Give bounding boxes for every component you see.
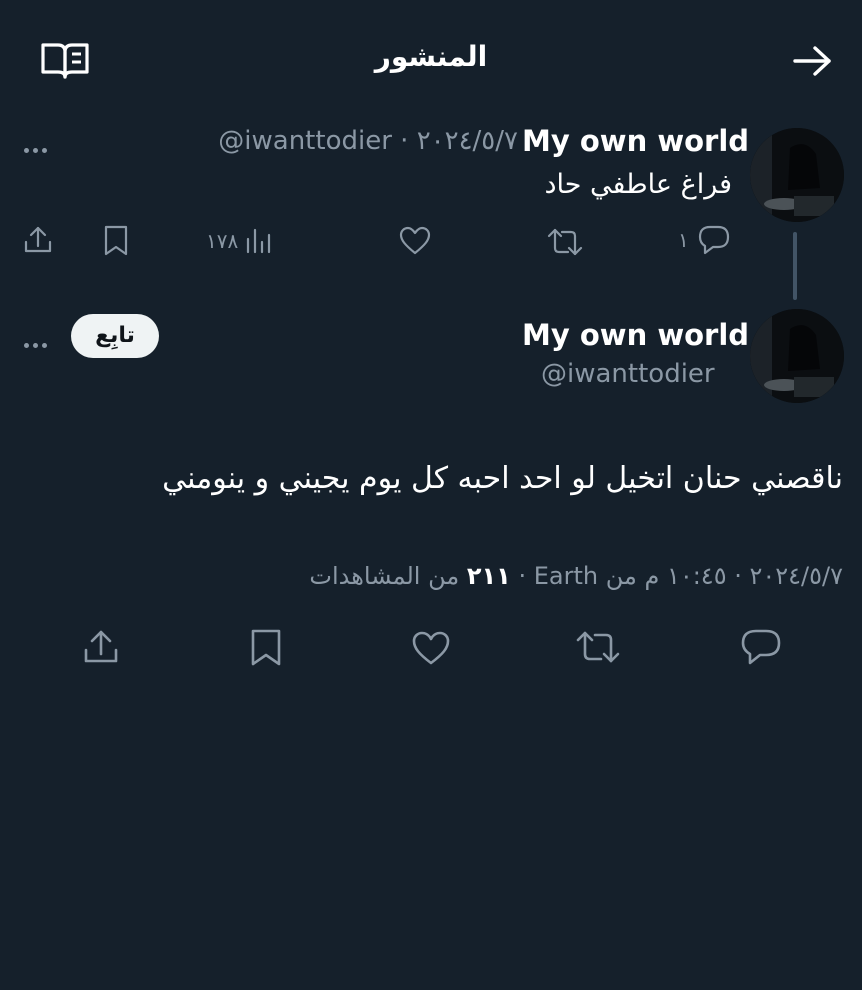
share-icon[interactable] [22, 224, 54, 256]
header-bar: المنشور [0, 22, 862, 100]
author-name[interactable]: My own world [522, 318, 749, 352]
page-title: المنشور [374, 40, 488, 73]
tweet-meta: @iwanttodier · ٢٠٢٤/٥/٧ [183, 126, 518, 156]
avatar[interactable] [750, 128, 844, 222]
reply-count: ١ [678, 228, 689, 252]
retweet-icon[interactable] [575, 628, 621, 666]
tweet-handle-date: @iwanttodier · ٢٠٢٤/٥/٧ [218, 126, 518, 156]
views-label: من المشاهدات [309, 562, 467, 590]
author-handle[interactable]: @iwanttodier [541, 359, 715, 389]
share-icon[interactable] [82, 628, 120, 666]
back-arrow-icon[interactable] [792, 44, 834, 78]
more-icon[interactable] [24, 138, 51, 157]
tweet-timestamp-source: ٢٠٢٤/٥/٧ · ١٠:٤٥ م من Earth · [510, 562, 843, 590]
thread-line [793, 232, 797, 300]
bookmark-icon[interactable] [249, 628, 283, 668]
views-icon [244, 226, 272, 256]
tweet-meta: ٢٠٢٤/٥/٧ · ١٠:٤٥ م من Earth · ٢١١ من الم… [200, 562, 843, 590]
views-stat[interactable]: ١٧٨ [206, 226, 272, 256]
reply-icon[interactable] [740, 628, 782, 666]
like-icon[interactable] [411, 630, 451, 666]
more-icon[interactable] [24, 333, 51, 352]
tweet-text: فراغ عاطفي حاد [544, 169, 732, 200]
retweet-icon[interactable] [546, 226, 584, 258]
follow-button[interactable]: تابِع [71, 314, 159, 358]
views-count: ٢١١ [466, 562, 511, 590]
author-name[interactable]: My own world [522, 124, 749, 158]
tweet-text: ناقصني حنان اتخيل لو احد احبه كل يوم يجي… [162, 461, 843, 496]
reply-stat[interactable]: ١ [678, 224, 731, 256]
avatar[interactable] [750, 309, 844, 403]
bookmark-icon[interactable] [102, 224, 130, 258]
reading-mode-icon[interactable] [40, 42, 90, 80]
like-icon[interactable] [399, 226, 431, 256]
reply-icon [697, 224, 731, 256]
views-count: ١٧٨ [206, 229, 239, 253]
